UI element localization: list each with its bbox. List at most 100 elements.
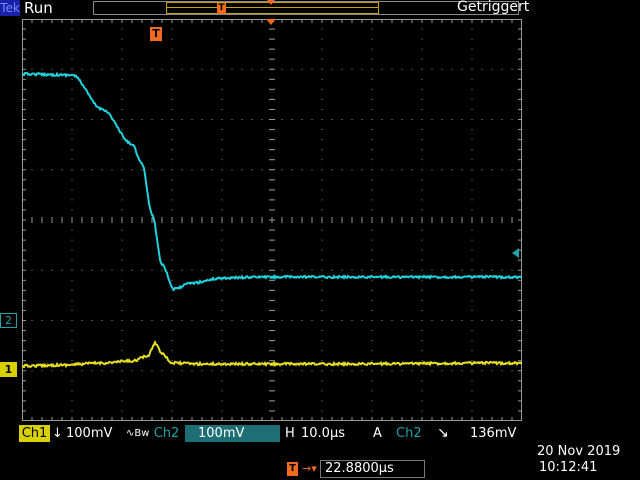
grid-dot <box>451 269 453 271</box>
grid-dot <box>371 88 373 90</box>
grid-dot <box>421 350 423 352</box>
grid-dot <box>471 58 473 60</box>
grid-dot <box>171 199 173 201</box>
grid-dot <box>71 249 73 251</box>
grid-dot <box>441 119 443 120</box>
grid-dot <box>321 299 323 301</box>
grid-dot <box>511 169 513 171</box>
grid-dot <box>391 320 393 321</box>
grid-dot <box>51 119 53 120</box>
grid-dot <box>111 169 113 171</box>
grid-dot <box>171 209 173 211</box>
grid-dot <box>301 119 303 120</box>
ch1-ground-marker[interactable]: 1 <box>0 362 17 377</box>
grid-dot <box>291 320 293 321</box>
grid-dot <box>261 320 263 321</box>
grid-dot <box>241 169 243 171</box>
grid-dot <box>471 279 473 281</box>
grid-dot <box>291 370 293 372</box>
trigger-delay-value[interactable]: 22.8800µs <box>325 460 394 478</box>
ch2-label[interactable]: Ch2 <box>151 425 182 442</box>
grid-dot <box>171 28 173 30</box>
grid-dot <box>151 370 153 372</box>
grid-dot <box>471 169 473 171</box>
grid-dot <box>371 259 373 261</box>
grid-dot <box>311 370 313 372</box>
grid-dot <box>121 58 123 60</box>
grid-dot <box>291 68 293 70</box>
trigger-position-icon[interactable]: T <box>150 27 162 41</box>
grid-dot <box>421 380 423 382</box>
grid-dot <box>121 68 123 70</box>
grid-dot <box>171 179 173 181</box>
grid-dot <box>421 259 423 261</box>
horizontal-scale[interactable]: 10.0µs <box>301 425 345 442</box>
grid-dot <box>371 350 373 352</box>
grid-dot <box>51 370 53 372</box>
grid-dot <box>171 159 173 161</box>
trigger-level[interactable]: 136mV <box>470 425 516 442</box>
grid-dot <box>71 340 73 342</box>
grid-dot <box>311 169 313 171</box>
grid-dot <box>281 320 283 321</box>
grid-dot <box>141 269 143 271</box>
grid-dot <box>481 169 483 171</box>
grid-dot <box>51 68 53 70</box>
grid-dot <box>151 169 153 171</box>
ch1-scale[interactable]: 100mV <box>66 425 112 442</box>
grid-dot <box>121 189 123 191</box>
grid-dot <box>321 370 323 372</box>
grid-dot <box>121 380 123 382</box>
grid-dot <box>421 189 423 191</box>
trigger-source[interactable]: Ch2 <box>396 425 422 442</box>
grid-dot <box>121 299 123 301</box>
grid-dot <box>321 129 323 131</box>
grid-dot <box>361 169 363 171</box>
grid-dot <box>121 289 123 291</box>
grid-dot <box>321 78 323 80</box>
trigger-mode-label: A <box>373 426 382 441</box>
grid-dot <box>501 68 503 70</box>
grid-dot <box>421 239 423 241</box>
grid-dot <box>501 269 503 271</box>
grid-dot <box>141 119 143 120</box>
grid-dot <box>361 119 363 120</box>
grid-dot <box>221 259 223 261</box>
grid-dot <box>471 350 473 352</box>
grid-dot <box>301 68 303 70</box>
grid-dot <box>51 320 53 321</box>
grid-dot <box>471 38 473 40</box>
grid-dot <box>171 169 173 171</box>
grid-dot <box>81 269 83 271</box>
grid-dot <box>321 390 323 392</box>
grid-dot <box>81 119 83 120</box>
grid-dot <box>151 269 153 271</box>
grid-dot <box>121 340 123 342</box>
grid-dot <box>321 28 323 30</box>
grid-dot <box>471 139 473 141</box>
grid-dot <box>441 269 443 271</box>
grid-dot <box>221 119 223 120</box>
grid-dot <box>471 340 473 342</box>
grid-dot <box>321 68 323 70</box>
grid-dot <box>351 68 353 70</box>
grid-dot <box>491 370 493 372</box>
grid-dot <box>171 410 173 412</box>
grid-dot <box>71 209 73 211</box>
ch2-ground-marker[interactable]: 2 <box>0 313 17 328</box>
grid-dot <box>471 390 473 392</box>
ch2-scale[interactable]: 100mV <box>198 425 244 442</box>
grid-dot <box>371 179 373 181</box>
grid-dot <box>321 139 323 141</box>
grid-dot <box>321 108 323 110</box>
ch1-label[interactable]: Ch1 <box>19 425 50 442</box>
trigger-level-arrow-icon[interactable] <box>512 248 519 258</box>
grid-dot <box>221 78 223 80</box>
grid-dot <box>81 370 83 372</box>
grid-dot <box>71 309 73 311</box>
bandwidth-limit-icon: ∿Bw <box>126 428 150 439</box>
grid-dot <box>351 269 353 271</box>
grid-dot <box>221 108 223 110</box>
waveform-display[interactable] <box>22 19 522 421</box>
grid-dot <box>141 68 143 70</box>
